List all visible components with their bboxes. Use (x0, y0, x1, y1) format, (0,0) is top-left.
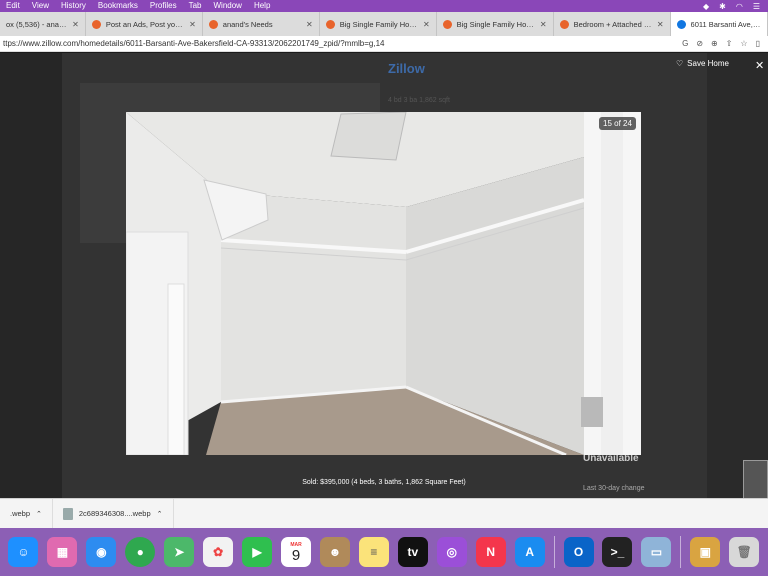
dropbox-icon[interactable]: ◆ (703, 2, 709, 11)
menu-bookmarks[interactable]: Bookmarks (92, 0, 144, 12)
tab-title: 6011 Barsanti Ave, Bakersfiel (690, 19, 762, 29)
gallery-photo[interactable] (126, 112, 641, 455)
tab-title: Post an Ads, Post your Ads (105, 19, 185, 29)
favicon-icon (442, 19, 452, 29)
address-bar[interactable]: ttps://www.zillow.com/homedetails/6011-B… (0, 36, 768, 52)
close-icon[interactable]: ✕ (540, 20, 547, 29)
terminal-icon[interactable]: >_ (602, 537, 633, 567)
tab-big-house-2[interactable]: Big Single Family House For ✕ (437, 12, 554, 36)
tab-strip: ox (5,536) - anand.nsit@ ✕ Post an Ads, … (0, 12, 768, 36)
close-icon[interactable]: ✕ (306, 20, 313, 29)
wifi-icon[interactable]: ◠ (736, 2, 743, 11)
notes-icon[interactable]: ≡ (358, 537, 389, 567)
close-icon[interactable]: ✕ (189, 20, 196, 29)
finder-icon[interactable]: ☺ (8, 537, 39, 567)
heart-icon: ♡ (676, 59, 684, 68)
url-text[interactable]: ttps://www.zillow.com/homedetails/6011-B… (0, 39, 682, 48)
maps-icon[interactable]: ➤ (164, 537, 195, 567)
google-icon[interactable]: G (682, 39, 688, 48)
dock-separator (553, 536, 555, 568)
downloads-shelf: .webp ⌃ 2c689346308....webp ⌃ (0, 498, 768, 529)
tab-zillow-active[interactable]: 6011 Barsanti Ave, Bakersfiel (670, 12, 768, 36)
control-center-icon[interactable]: ☰ (753, 2, 760, 11)
tab-bedroom[interactable]: Bedroom + Attached Bathro ✕ (554, 12, 671, 36)
calendar-day: 9 (291, 546, 301, 564)
favicon-icon (559, 19, 569, 29)
tab-title: Bedroom + Attached Bathro (573, 19, 653, 29)
menu-bar: Edit View History Bookmarks Profiles Tab… (0, 0, 768, 12)
zillow-logo: Zillow (388, 61, 425, 76)
favicon-icon (325, 19, 335, 29)
zoom-icon[interactable]: ⊕ (711, 39, 718, 48)
contacts-icon[interactable]: ☻ (319, 537, 350, 567)
menu-profiles[interactable]: Profiles (144, 0, 183, 12)
chevron-up-icon[interactable]: ⌃ (36, 510, 42, 518)
menu-help[interactable]: Help (248, 0, 276, 12)
appstore-icon[interactable]: A (514, 537, 545, 567)
podcasts-icon[interactable]: ◎ (436, 537, 467, 567)
zillow-favicon-icon (676, 19, 686, 29)
launchpad-icon[interactable]: ▦ (47, 537, 78, 567)
chrome-icon[interactable]: ● (125, 537, 156, 567)
share-icon[interactable]: ⇧ (726, 39, 733, 48)
tab-title: Big Single Family House For (339, 19, 419, 29)
eye-off-icon[interactable]: ⊘ (696, 39, 703, 48)
download-filename: 2c689346308....webp (78, 509, 151, 518)
photo-caption: Sold: $395,000 (4 beds, 3 baths, 1,862 S… (302, 479, 466, 486)
bookmark-star-icon[interactable]: ☆ (740, 39, 747, 48)
listing-stats: 4 bd 3 ba 1,862 sqft (388, 97, 450, 104)
archive-icon[interactable]: ▣ (690, 537, 721, 567)
tab-title: Big Single Family House For (456, 19, 536, 29)
change-label: Last 30-day change (583, 485, 645, 492)
menu-window[interactable]: Window (208, 0, 248, 12)
menu-tab[interactable]: Tab (183, 0, 208, 12)
photos-icon[interactable]: ✿ (203, 537, 234, 567)
photo-counter: 15 of 24 (599, 117, 636, 130)
safari-icon[interactable]: ◉ (86, 537, 117, 567)
download-item[interactable]: .webp ⌃ (0, 498, 53, 529)
tab-post-ads[interactable]: Post an Ads, Post your Ads ✕ (86, 12, 203, 36)
preview-icon[interactable]: ▭ (641, 537, 672, 567)
trash-icon[interactable]: 🗑 (729, 537, 760, 567)
page-content: Zillow 4 bd 3 ba 1,862 sqft Unavailable … (0, 53, 768, 498)
tab-gmail[interactable]: ox (5,536) - anand.nsit@ ✕ (0, 12, 86, 36)
download-item[interactable]: 2c689346308....webp ⌃ (53, 498, 174, 529)
dock: ☺ ▦ ◉ ● ➤ ✿ ▶ MAR 9 ☻ ≡ tv ◎ N A O >_ ▭ … (0, 528, 768, 576)
closet-photo-graphic (126, 112, 641, 455)
dock-separator (680, 536, 682, 568)
menu-history[interactable]: History (55, 0, 92, 12)
tab-big-house-1[interactable]: Big Single Family House For ✕ (320, 12, 437, 36)
close-icon[interactable]: ✕ (657, 20, 664, 29)
right-gutter (707, 53, 768, 498)
bluetooth-icon[interactable]: ✱ (719, 2, 726, 11)
download-filename: .webp (10, 509, 31, 518)
tab-title: anand's Needs (222, 19, 273, 29)
status-icons: ◆ ✱ ◠ ☰ (703, 2, 768, 11)
menu-edit[interactable]: Edit (0, 0, 26, 12)
save-home-button[interactable]: ♡ Save Home (676, 59, 729, 68)
close-lightbox-icon[interactable]: ✕ (755, 59, 764, 72)
extensions-icon[interactable]: ▯ (756, 39, 760, 48)
chevron-up-icon[interactable]: ⌃ (157, 510, 163, 518)
close-icon[interactable]: ✕ (72, 20, 79, 29)
save-home-label: Save Home (687, 59, 729, 68)
calendar-icon[interactable]: MAR 9 (281, 537, 312, 567)
news-icon[interactable]: N (475, 537, 506, 567)
tab-needs[interactable]: anand's Needs ✕ (203, 12, 320, 36)
appletv-icon[interactable]: tv (397, 537, 428, 567)
address-bar-icons: G ⊘ ⊕ ⇧ ☆ ▯ (682, 39, 768, 48)
favicon-icon (208, 19, 218, 29)
facetime-icon[interactable]: ▶ (242, 537, 273, 567)
tab-title: ox (5,536) - anand.nsit@ (6, 19, 68, 29)
menu-view[interactable]: View (26, 0, 55, 12)
outlook-icon[interactable]: O (563, 537, 594, 567)
favicon-icon (91, 19, 101, 29)
close-icon[interactable]: ✕ (423, 20, 430, 29)
file-icon (62, 507, 73, 520)
